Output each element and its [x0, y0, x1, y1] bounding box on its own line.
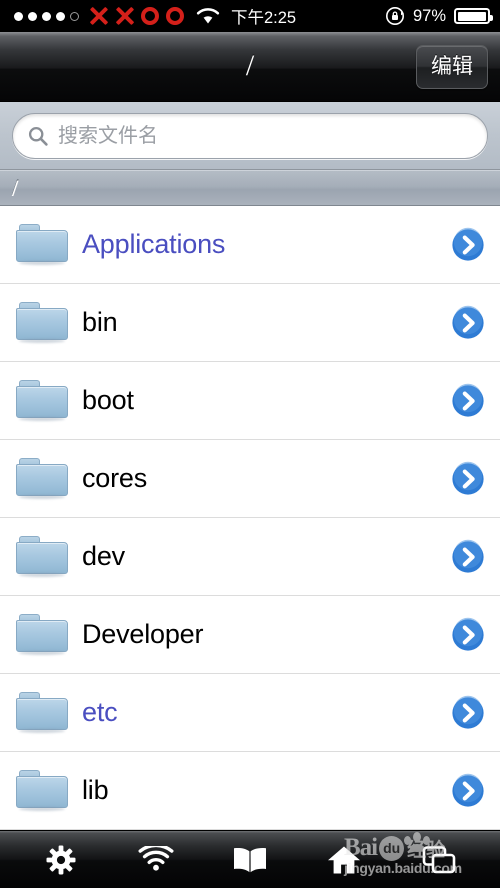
wifi-icon — [138, 846, 174, 871]
folder-icon — [16, 536, 68, 577]
list-item-label: boot — [82, 385, 134, 415]
home-icon — [328, 846, 361, 873]
navigation-bar: / 编辑 — [0, 32, 500, 102]
signal-strength-dots — [14, 11, 79, 21]
folder-icon — [16, 692, 68, 733]
list-item[interactable]: lib — [0, 752, 500, 830]
disclosure-arrow-icon[interactable] — [448, 303, 488, 343]
book-icon — [233, 847, 266, 872]
rotation-lock-icon — [385, 7, 404, 25]
folder-icon — [16, 770, 68, 811]
disclosure-arrow-icon[interactable] — [448, 381, 488, 421]
battery-percent-label: 97% — [412, 6, 446, 25]
list-item[interactable]: Applications — [0, 206, 500, 284]
network-button[interactable] — [127, 835, 185, 885]
section-header-label: / — [12, 175, 19, 201]
home-button[interactable] — [315, 835, 373, 885]
carrier-indicator — [89, 7, 184, 26]
folder-icon — [16, 614, 68, 655]
list-item[interactable]: boot — [0, 362, 500, 440]
list-item-label: bin — [82, 307, 118, 337]
disclosure-arrow-icon[interactable] — [448, 693, 488, 733]
folder-icon — [16, 380, 68, 421]
bottom-toolbar — [0, 830, 500, 888]
list-item[interactable]: etc — [0, 674, 500, 752]
list-item-label: cores — [82, 463, 148, 493]
disclosure-arrow-icon[interactable] — [448, 615, 488, 655]
o-mark-icon — [141, 7, 159, 25]
list-item-label: Applications — [82, 229, 226, 259]
page-title: / — [245, 48, 255, 82]
search-icon — [28, 126, 48, 146]
edit-button[interactable]: 编辑 — [416, 44, 488, 89]
search-bar: 搜索文件名 — [0, 102, 500, 170]
tabs-icon — [422, 845, 456, 873]
list-item-label: dev — [82, 541, 125, 571]
gear-icon — [46, 845, 76, 874]
list-item[interactable]: cores — [0, 440, 500, 518]
file-list: Applications bin boot cores dev Developer etc l… — [0, 206, 500, 830]
windows-button[interactable] — [410, 835, 468, 885]
folder-icon — [16, 224, 68, 265]
app-root: 下午2:25 97% / 编辑 搜索文件名 / Applications bin… — [0, 0, 500, 888]
o-mark-icon — [166, 7, 184, 25]
wifi-icon — [196, 8, 220, 24]
search-field[interactable]: 搜索文件名 — [12, 112, 488, 159]
disclosure-arrow-icon[interactable] — [448, 225, 488, 265]
status-bar-left: 下午2:25 — [14, 4, 296, 28]
signal-dot-empty — [70, 11, 79, 21]
status-bar-clock: 下午2:25 — [231, 9, 297, 27]
status-bar: 下午2:25 97% — [0, 0, 500, 32]
x-mark-icon — [115, 7, 134, 26]
search-input-placeholder: 搜索文件名 — [58, 124, 158, 147]
status-bar-right: 97% — [385, 0, 493, 32]
list-item-label: Developer — [82, 619, 204, 649]
disclosure-arrow-icon[interactable] — [448, 537, 488, 577]
list-item[interactable]: bin — [0, 284, 500, 362]
settings-button[interactable] — [32, 835, 90, 885]
list-item-label: lib — [82, 775, 109, 805]
disclosure-arrow-icon[interactable] — [448, 459, 488, 499]
section-header: / — [0, 170, 500, 206]
battery-icon — [454, 8, 493, 24]
signal-dot — [56, 11, 65, 21]
list-item-label: etc — [82, 697, 118, 727]
disclosure-arrow-icon[interactable] — [448, 771, 488, 811]
list-item[interactable]: Developer — [0, 596, 500, 674]
x-mark-icon — [89, 7, 108, 26]
list-item[interactable]: dev — [0, 518, 500, 596]
folder-icon — [16, 458, 68, 499]
signal-dot — [28, 11, 37, 21]
folder-icon — [16, 302, 68, 343]
bookmarks-button[interactable] — [221, 835, 279, 885]
signal-dot — [14, 11, 23, 21]
signal-dot — [42, 11, 51, 21]
